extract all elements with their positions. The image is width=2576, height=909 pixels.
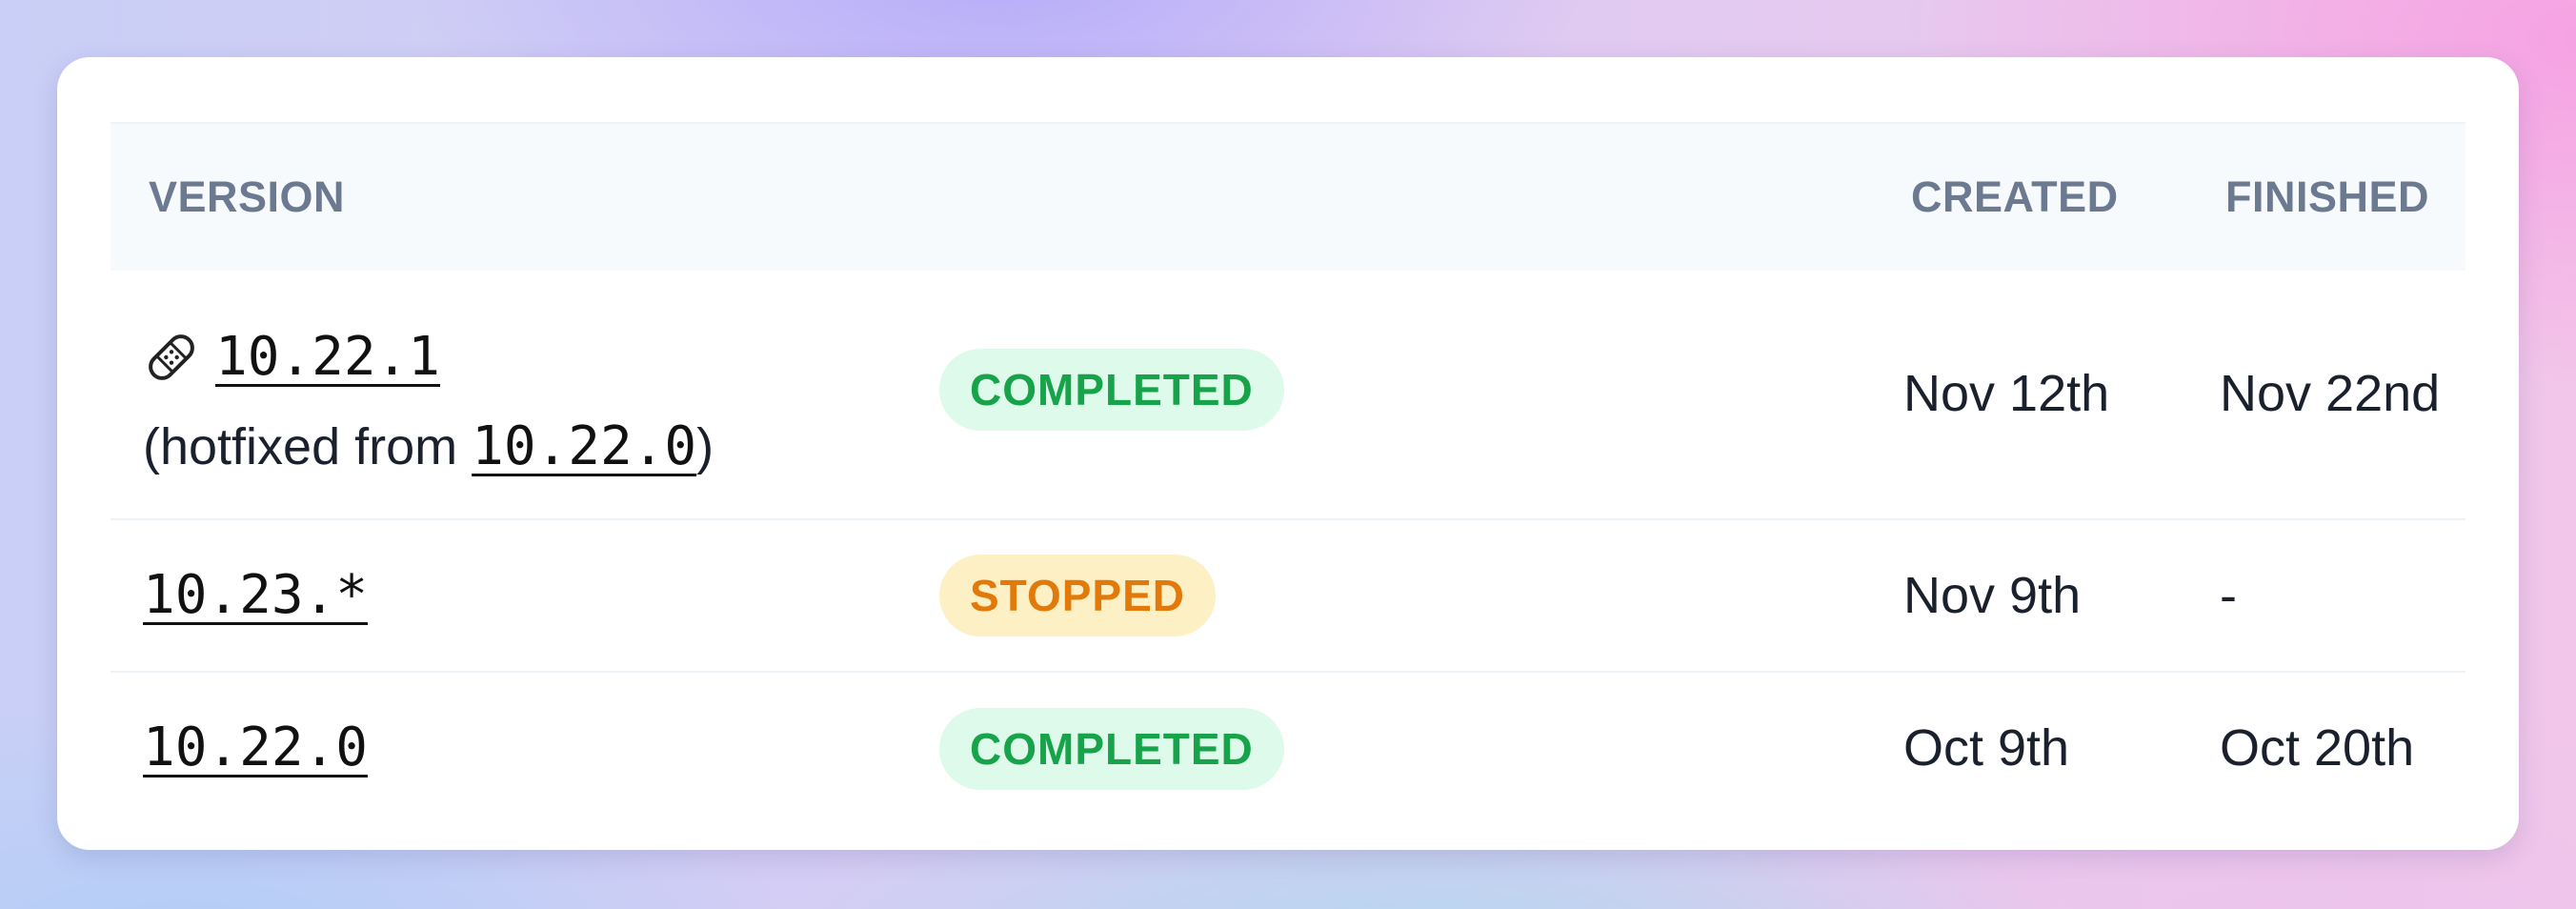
status-badge: COMPLETED <box>939 708 1284 790</box>
releases-table: VERSION CREATED FINISHED 10.22.1 (hotfix… <box>111 122 2465 825</box>
version-cell: 10.22.1 <box>143 326 440 388</box>
header-created: CREATED <box>1911 172 2119 221</box>
status-badge: COMPLETED <box>939 349 1284 431</box>
hotfix-prefix: (hotfixed from <box>143 418 473 475</box>
status-badge: STOPPED <box>939 555 1216 636</box>
version-link[interactable]: 10.22.1 <box>215 326 440 388</box>
version-link[interactable]: 10.22.0 <box>143 717 368 778</box>
created-date: Nov 9th <box>1903 567 2082 624</box>
created-date: Oct 9th <box>1903 719 2070 777</box>
bandage-icon <box>143 329 200 386</box>
finished-date: Nov 22nd <box>2220 365 2441 422</box>
hotfix-source-link[interactable]: 10.22.0 <box>472 415 696 477</box>
version-cell: 10.22.0 <box>143 717 368 778</box>
finished-date: Oct 20th <box>2220 719 2415 777</box>
hotfix-note: (hotfixed from 10.22.0) <box>143 415 714 477</box>
version-link[interactable]: 10.23.* <box>143 564 368 626</box>
hotfix-suffix: ) <box>696 418 714 475</box>
table-row: 10.22.1 (hotfixed from 10.22.0) COMPLETE… <box>111 271 2465 520</box>
table-row: 10.22.0 COMPLETED Oct 9th Oct 20th <box>111 673 2465 825</box>
table-row: 10.23.* STOPPED Nov 9th - <box>111 520 2465 673</box>
header-version: VERSION <box>149 172 346 221</box>
releases-card: VERSION CREATED FINISHED 10.22.1 (hotfix… <box>57 57 2519 850</box>
header-finished: FINISHED <box>2225 172 2430 221</box>
table-header: VERSION CREATED FINISHED <box>111 122 2465 271</box>
version-cell: 10.23.* <box>143 564 368 626</box>
finished-date: - <box>2220 567 2237 624</box>
created-date: Nov 12th <box>1903 365 2110 422</box>
